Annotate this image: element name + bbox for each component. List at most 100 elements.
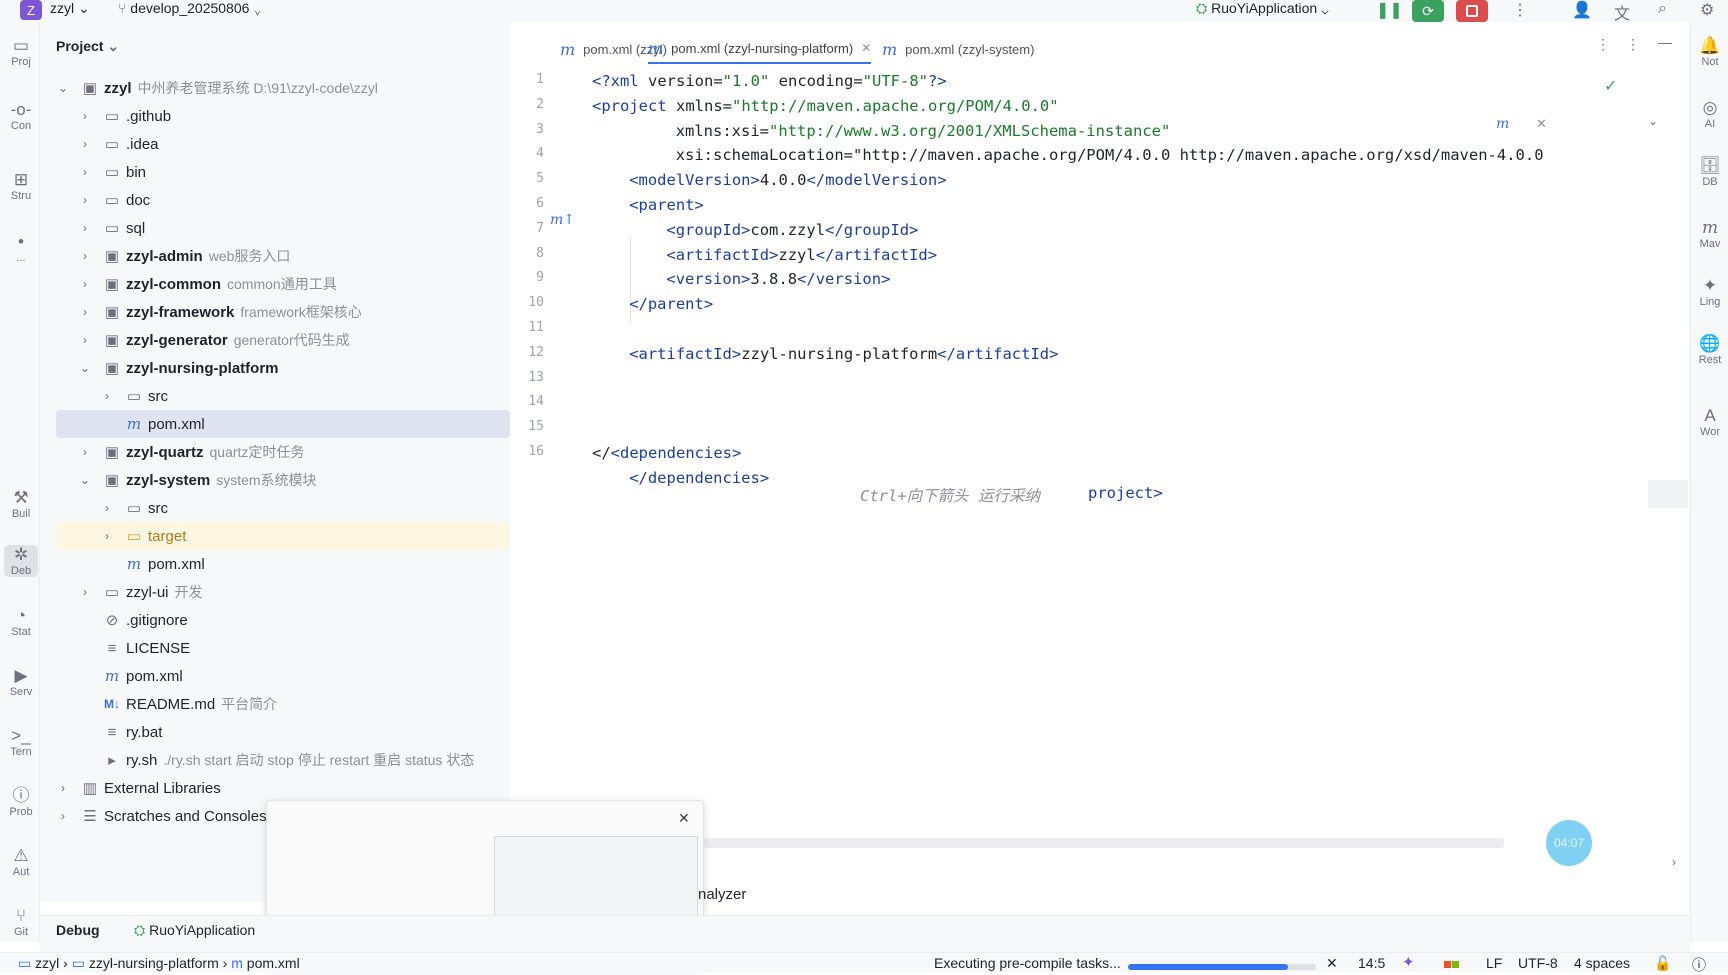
tree-item[interactable]: ⌄ ▣ zzyl-system system系统模块 xyxy=(56,466,510,494)
right-tool-maven[interactable]: m Mav xyxy=(1694,218,1726,250)
chevron-right-icon[interactable]: › xyxy=(56,781,70,795)
caret-position[interactable]: 14:5 xyxy=(1358,955,1385,971)
tree-item[interactable]: › ▭ src xyxy=(56,382,510,410)
left-tool-folder[interactable]: ▭ Proj xyxy=(4,36,38,68)
minimize-icon[interactable]: — xyxy=(1658,34,1672,50)
left-tool-problems[interactable]: ⓘ Prob xyxy=(4,786,38,818)
chevron-down-icon[interactable]: ⌄ xyxy=(1648,114,1658,128)
tree-item[interactable]: ≡ ry.bat xyxy=(56,718,510,746)
horizontal-scrollbar[interactable] xyxy=(704,838,1504,848)
more-icon[interactable]: ⋮ xyxy=(1512,0,1528,20)
tree-item[interactable]: M↓ README.md 平台简介 xyxy=(56,690,510,718)
stop-button[interactable] xyxy=(1456,0,1488,22)
tree-item[interactable]: › ▣ zzyl-framework framework框架核心 xyxy=(56,298,510,326)
chevron-right-icon[interactable]: › xyxy=(78,445,92,459)
close-icon[interactable]: ✕ xyxy=(861,41,871,55)
chevron-right-icon[interactable]: › xyxy=(78,221,92,235)
notifications-icon[interactable]: ⓘ xyxy=(1692,955,1706,975)
tree-item[interactable]: ⌄ ▣ zzyl 中州养老管理系统 D:\91\zzyl-code\zzyl xyxy=(56,74,510,102)
tree-item[interactable]: › ▭ zzyl-ui 开发 xyxy=(56,578,510,606)
chevron-down-icon[interactable]: ⌄ xyxy=(56,81,70,95)
tree-item[interactable]: m pom.xml xyxy=(56,550,510,578)
chevron-right-icon[interactable]: › xyxy=(78,109,92,123)
branch-switcher[interactable]: ⑂ develop_20250806 ⌄ xyxy=(118,0,262,16)
tree-item[interactable]: ▸ ry.sh ./ry.sh start 启动 stop 停止 restart 重… xyxy=(56,746,510,774)
tree-item[interactable]: › ▣ zzyl-quartz quartz定时任务 xyxy=(56,438,510,466)
tree-item[interactable]: ⌄ ▣ zzyl-nursing-platform xyxy=(56,354,510,382)
maven-reload-icon[interactable]: m xyxy=(1496,116,1509,132)
chevron-right-icon[interactable]: › xyxy=(100,501,114,515)
run-config-tab[interactable]: ⛭ RuoYiApplication xyxy=(134,922,255,939)
project-badge[interactable]: Z xyxy=(20,0,42,20)
close-icon[interactable]: ✕ xyxy=(1536,116,1547,132)
left-tool-debug[interactable]: ✲ Deb xyxy=(4,545,38,577)
chevron-right-icon[interactable]: › xyxy=(78,137,92,151)
tree-item[interactable]: › ▣ zzyl-common common通用工具 xyxy=(56,270,510,298)
project-panel-title[interactable]: Project ⌄ xyxy=(56,38,119,55)
breadcrumb-item[interactable]: zzyl xyxy=(35,955,59,971)
left-tool-terminal[interactable]: >_ Tern xyxy=(4,726,38,758)
left-tool-services[interactable]: ▶ Serv xyxy=(4,666,38,698)
left-tool-more[interactable]: •... xyxy=(4,232,38,264)
right-tool-lingma[interactable]: ✦ Ling xyxy=(1694,276,1726,308)
lock-icon[interactable]: 🔓 xyxy=(1654,955,1671,972)
tree-item[interactable]: › ▭ target xyxy=(56,522,510,550)
right-tool-rest[interactable]: 🌐 Rest xyxy=(1694,334,1726,366)
chevron-right-icon[interactable]: › xyxy=(78,585,92,599)
close-icon[interactable]: ✕ xyxy=(678,810,690,827)
chevron-right-icon[interactable]: › xyxy=(100,389,114,403)
lingma-icon[interactable]: ✦ xyxy=(1402,953,1415,971)
tree-item[interactable]: › ▭ .github xyxy=(56,102,510,130)
left-tool-warning[interactable]: ⚠ Aut xyxy=(4,846,38,878)
vertical-scrollbar-thumb[interactable] xyxy=(1648,480,1688,508)
tree-item[interactable]: › ▭ doc xyxy=(56,186,510,214)
chevron-right-icon[interactable]: › xyxy=(1672,855,1676,869)
chevron-right-icon[interactable]: › xyxy=(56,809,70,823)
line-separator[interactable]: LF xyxy=(1486,955,1502,971)
add-user-icon[interactable]: 👤 xyxy=(1572,0,1592,20)
left-tool-structure[interactable]: ⊞ Stru xyxy=(4,170,38,202)
debug-tab[interactable]: Debug xyxy=(56,922,100,938)
tree-item[interactable]: › ▥ External Libraries xyxy=(56,774,510,802)
editor-tab[interactable]: m pom.xml (zzyl-nursing-platform) ✕ xyxy=(648,34,872,64)
chevron-right-icon[interactable]: › xyxy=(78,165,92,179)
editor-tab[interactable]: m pom.xml (zzyl-system) xyxy=(882,34,1034,64)
indent-setting[interactable]: 4 spaces xyxy=(1574,955,1630,971)
more-icon[interactable]: ⋮ xyxy=(1596,36,1610,53)
right-tool-ai[interactable]: ◎ AI xyxy=(1694,98,1726,130)
maven-parent-gutter-icon[interactable]: m↑ xyxy=(550,212,575,228)
chevron-right-icon[interactable]: › xyxy=(78,277,92,291)
breadcrumb-item[interactable]: pom.xml xyxy=(247,955,300,971)
run-config-selector[interactable]: ⛭ RuoYiApplication ⌄ xyxy=(1196,0,1329,17)
tree-item[interactable]: › ▭ src xyxy=(56,494,510,522)
tree-item[interactable]: › ▭ .idea xyxy=(56,130,510,158)
more-icon[interactable]: ⋮ xyxy=(1626,36,1640,53)
chevron-right-icon[interactable]: › xyxy=(78,193,92,207)
cancel-task-icon[interactable]: ✕ xyxy=(1326,955,1338,972)
settings-icon[interactable]: ⚙ xyxy=(1700,0,1714,20)
right-tool-word[interactable]: A Wor xyxy=(1694,406,1726,438)
tree-item[interactable]: m pom.xml xyxy=(56,662,510,690)
chevron-down-icon[interactable]: ⌄ xyxy=(78,361,92,375)
breadcrumb-item[interactable]: zzyl-nursing-platform xyxy=(89,955,219,971)
chevron-right-icon[interactable]: › xyxy=(78,305,92,319)
right-tool-database[interactable]: 🗄 DB xyxy=(1694,156,1726,188)
tree-item[interactable]: m pom.xml xyxy=(56,410,510,438)
tree-item[interactable]: › ▣ zzyl-admin web服务入口 xyxy=(56,242,510,270)
right-tool-notifications[interactable]: 🔔 Not xyxy=(1694,36,1726,68)
left-tool-build[interactable]: ⚒ Buil xyxy=(4,488,38,520)
tree-item[interactable]: › ▭ bin xyxy=(56,158,510,186)
tree-item[interactable]: ⊘ .gitignore xyxy=(56,606,510,634)
tree-item[interactable]: › ▭ sql xyxy=(56,214,510,242)
left-tool-git[interactable]: ⑂ Git xyxy=(4,906,38,938)
translate-icon[interactable]: 文 xyxy=(1614,0,1630,24)
chevron-down-icon[interactable]: ⌄ xyxy=(78,473,92,487)
tree-item[interactable]: ≡ LICENSE xyxy=(56,634,510,662)
chevron-right-icon[interactable]: › xyxy=(78,333,92,347)
chevron-right-icon[interactable]: › xyxy=(100,529,114,543)
pause-icon[interactable]: ❚❚ xyxy=(1376,0,1403,20)
tree-item[interactable]: › ▣ zzyl-generator generator代码生成 xyxy=(56,326,510,354)
project-switcher[interactable]: zzyl ⌄ xyxy=(50,0,90,17)
file-encoding[interactable]: UTF-8 xyxy=(1518,955,1558,971)
search-icon[interactable]: ⌕ xyxy=(1658,0,1667,18)
